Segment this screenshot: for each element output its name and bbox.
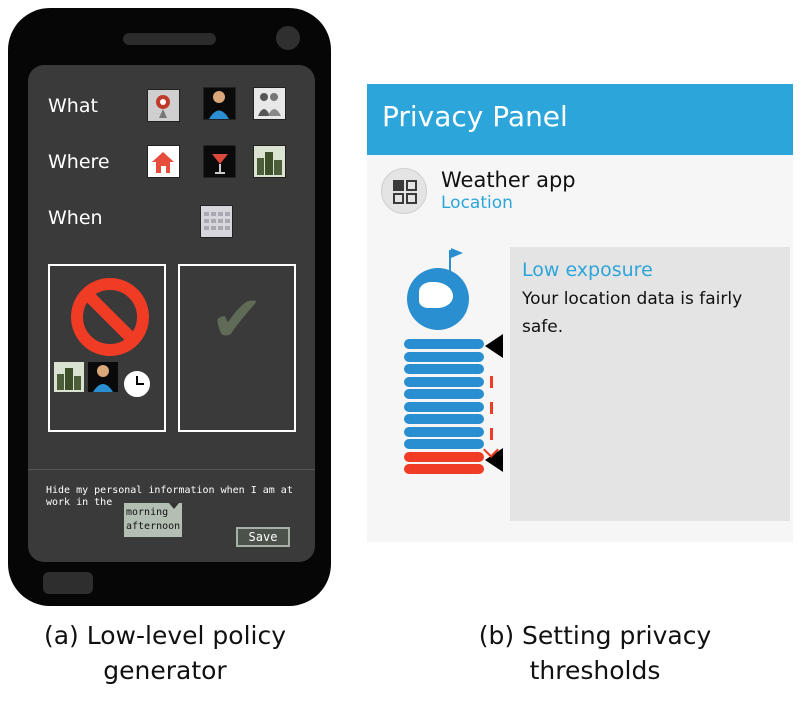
phone-home-button[interactable] <box>43 572 93 594</box>
caption-b-line1: (b) Setting privacy <box>478 621 712 650</box>
people-group-icon[interactable] <box>253 87 286 120</box>
privacy-panel: Privacy Panel Weather app Location Low e… <box>367 84 793 542</box>
save-button[interactable]: Save <box>236 527 290 547</box>
scale-bar-selected <box>404 451 484 462</box>
city-buildings-icon[interactable] <box>253 145 286 178</box>
phone-camera <box>276 26 300 50</box>
clock-icon <box>124 371 150 397</box>
scale-bar <box>404 351 484 362</box>
row-label-where: Where <box>48 151 110 173</box>
dropdown-option-afternoon[interactable]: afternoon <box>126 520 180 534</box>
scale-bar <box>404 401 484 412</box>
globe-flag-icon <box>405 246 475 334</box>
home-icon[interactable] <box>147 145 180 178</box>
threshold-dash <box>490 402 493 414</box>
caption-a-line2: generator <box>103 656 227 685</box>
row-label-what: What <box>48 95 98 117</box>
map-pin-icon[interactable] <box>147 89 180 122</box>
exposure-title: Low exposure <box>522 259 653 281</box>
scale-bar <box>404 439 484 449</box>
deny-policy-box[interactable] <box>48 264 166 432</box>
caption-b-line2: thresholds <box>529 656 661 685</box>
app-name: Weather app <box>441 168 576 192</box>
scale-bar <box>404 389 484 399</box>
scale-bar <box>404 426 484 437</box>
exposure-text: Your location data is fairly safe. <box>522 289 743 337</box>
cocktail-bar-icon[interactable] <box>203 145 236 178</box>
calendar-icon[interactable] <box>200 205 233 238</box>
divider <box>28 469 315 470</box>
city-buildings-icon <box>54 362 84 392</box>
scale-bar <box>404 376 484 387</box>
checkmark-icon: ✔ <box>210 283 264 357</box>
person-info-icon <box>88 362 118 392</box>
phone-speaker <box>123 33 216 45</box>
phone-device: What Where When ✔ Hide my personal infor… <box>8 8 331 606</box>
scale-bar <box>404 339 484 349</box>
row-label-when: When <box>48 207 103 229</box>
exposure-tooltip: Low exposure Your location data is fairl… <box>510 247 790 521</box>
caption-a-line1: (a) Low-level policy <box>43 621 287 650</box>
panel-header: Privacy Panel <box>367 84 793 155</box>
app-grid-icon <box>381 168 427 214</box>
permission-label: Location <box>441 193 513 213</box>
prohibited-icon <box>71 278 149 356</box>
person-info-icon[interactable] <box>203 87 236 120</box>
caption-b: (b) Setting privacy thresholds <box>430 618 760 688</box>
chevron-down-icon <box>169 503 179 509</box>
threshold-dash <box>490 376 493 388</box>
caption-a: (a) Low-level policy generator <box>0 618 330 688</box>
threshold-dash <box>490 428 493 440</box>
scale-bar <box>404 364 484 374</box>
upper-threshold-marker[interactable] <box>485 334 503 358</box>
panel-title: Privacy Panel <box>382 100 568 133</box>
time-dropdown[interactable]: morning afternoon <box>124 503 182 537</box>
scale-bar-selected <box>404 464 484 474</box>
scale-bar <box>404 414 484 424</box>
allow-policy-box[interactable]: ✔ <box>178 264 296 432</box>
policy-generator-screen: What Where When ✔ Hide my personal infor… <box>28 65 315 562</box>
